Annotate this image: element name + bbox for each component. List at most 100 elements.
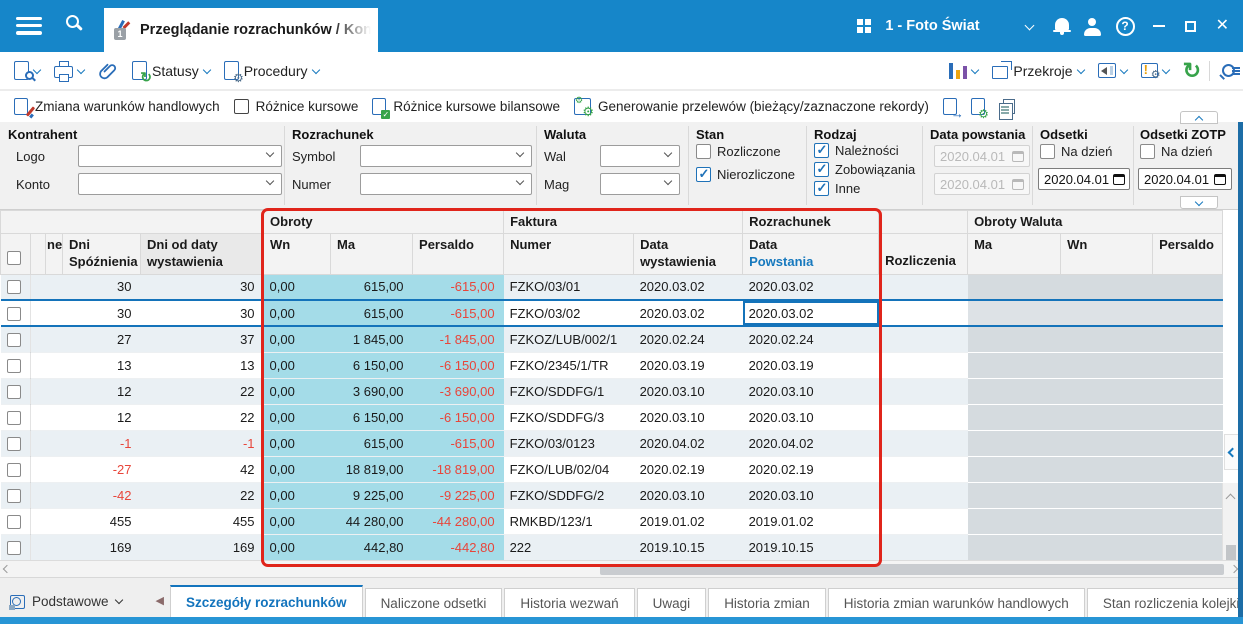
- cell-data-powstania[interactable]: 2019.01.02: [742, 508, 879, 535]
- cell-spacer[interactable]: [30, 534, 46, 561]
- row-checkbox[interactable]: [6, 462, 21, 477]
- table-row[interactable]: 455 455 0,00 44 280,00 -44 280,00 RMKBD/123/1…: [0, 508, 1223, 535]
- cell-checkbox[interactable]: [0, 534, 31, 561]
- zmiana-warunkow-button[interactable]: Zmiana warunków handlowych: [14, 98, 220, 115]
- naleznosci-checkbox[interactable]: Należności: [814, 142, 899, 158]
- window-minimize-button[interactable]: [1152, 24, 1165, 28]
- odsetki-zotp-na-dzien-checkbox[interactable]: Na dzień: [1140, 144, 1212, 159]
- cell-persaldo[interactable]: -18 819,00: [412, 456, 504, 483]
- cell-checkbox[interactable]: [0, 430, 31, 457]
- logo-dropdown[interactable]: [78, 145, 282, 167]
- cell-dni-spoznienia[interactable]: -42: [62, 482, 141, 509]
- cell-wn[interactable]: 0,00: [263, 534, 331, 561]
- cell-rozliczenia[interactable]: [878, 430, 968, 457]
- col-dni-od-daty[interactable]: Dni od daty wystawienia: [139, 232, 265, 275]
- apps-grid-icon[interactable]: [856, 18, 872, 34]
- roznice-kursowe-button[interactable]: Różnice kursowe: [233, 99, 358, 114]
- col-ne[interactable]: ne: [45, 232, 63, 275]
- cell-ma[interactable]: 615,00: [330, 299, 413, 328]
- chart-button[interactable]: [948, 62, 980, 79]
- cell-persaldo[interactable]: -6 150,00: [412, 352, 504, 379]
- cell-persaldo[interactable]: -442,80: [412, 534, 504, 561]
- cell-persaldo-waluta[interactable]: [1152, 482, 1223, 509]
- cell-wn-waluta[interactable]: [1060, 378, 1153, 405]
- cell-persaldo-waluta[interactable]: [1152, 378, 1223, 405]
- cell-wn[interactable]: 0,00: [263, 404, 331, 431]
- cell-data-powstania[interactable]: 2020.03.19: [742, 352, 879, 379]
- document-tab[interactable]: 1 Przeglądanie rozrachunków / Kont: [104, 8, 378, 52]
- select-all-checkbox-cell[interactable]: [0, 232, 31, 275]
- cell-checkbox[interactable]: [0, 326, 31, 353]
- table-row[interactable]: 27 37 0,00 1 845,00 -1 845,00 FZKOZ/LUB/002/1…: [0, 326, 1223, 353]
- cell-wn[interactable]: 0,00: [263, 352, 331, 379]
- cell-dni-od-daty[interactable]: 13: [140, 352, 264, 379]
- cell-data-wystawienia[interactable]: 2020.03.10: [633, 404, 743, 431]
- cell-data-powstania[interactable]: 2020.03.10: [742, 378, 879, 405]
- cell-wn[interactable]: 0,00: [263, 378, 331, 405]
- hamburger-menu-icon[interactable]: [16, 17, 42, 35]
- group-obroty[interactable]: Obroty: [263, 210, 505, 234]
- cell-persaldo-waluta[interactable]: [1152, 508, 1223, 535]
- col-dni-spoznienia[interactable]: Dni Spóźnienia: [62, 232, 141, 275]
- data-powstania-od-input[interactable]: 2020.04.01: [934, 145, 1030, 167]
- cell-dni-od-daty[interactable]: 37: [140, 326, 264, 353]
- cell-wn-waluta[interactable]: [1060, 299, 1153, 328]
- cell-wn-waluta[interactable]: [1060, 482, 1153, 509]
- cell-spacer[interactable]: [30, 274, 46, 301]
- cell-ne[interactable]: [45, 299, 63, 328]
- cell-data-wystawienia[interactable]: 2020.03.02: [633, 299, 743, 328]
- col-persaldo-waluta[interactable]: Persaldo: [1152, 232, 1224, 275]
- cell-spacer[interactable]: [30, 456, 46, 483]
- symbol-dropdown[interactable]: [360, 145, 532, 167]
- cell-ne[interactable]: [45, 326, 63, 353]
- cell-numer[interactable]: FZKO/SDDFG/1: [503, 378, 634, 405]
- cell-persaldo[interactable]: -9 225,00: [412, 482, 504, 509]
- cell-ne[interactable]: [45, 378, 63, 405]
- cell-numer[interactable]: RMKBD/123/1: [503, 508, 634, 535]
- col-data-powstania[interactable]: Data Powstania: [742, 232, 880, 275]
- help-icon[interactable]: ?: [1115, 16, 1135, 36]
- cell-dni-spoznienia[interactable]: 13: [62, 352, 141, 379]
- cell-wn[interactable]: 0,00: [263, 299, 331, 328]
- cell-rozliczenia[interactable]: [878, 274, 968, 301]
- cell-persaldo[interactable]: -615,00: [412, 299, 504, 328]
- cell-persaldo-waluta[interactable]: [1152, 430, 1223, 457]
- cell-ne[interactable]: [45, 482, 63, 509]
- row-checkbox[interactable]: [6, 410, 21, 425]
- cell-rozliczenia[interactable]: [878, 508, 968, 535]
- cell-persaldo[interactable]: -1 845,00: [412, 326, 504, 353]
- row-checkbox[interactable]: [6, 332, 21, 347]
- cell-wn-waluta[interactable]: [1060, 404, 1153, 431]
- cell-numer[interactable]: FZKO/2345/1/TR: [503, 352, 634, 379]
- cell-ne[interactable]: [45, 430, 63, 457]
- cell-ma-waluta[interactable]: [967, 456, 1061, 483]
- row-checkbox[interactable]: [6, 436, 21, 451]
- cell-ma[interactable]: 6 150,00: [330, 404, 413, 431]
- numer-dropdown[interactable]: [360, 173, 532, 195]
- rozliczone-checkbox[interactable]: Rozliczone: [696, 144, 781, 159]
- cell-dni-od-daty[interactable]: 22: [140, 482, 264, 509]
- konto-dropdown[interactable]: [78, 173, 282, 195]
- col-numer[interactable]: Numer: [503, 232, 635, 275]
- preview-button[interactable]: [14, 61, 42, 80]
- mag-dropdown[interactable]: [600, 173, 680, 195]
- cell-wn[interactable]: 0,00: [263, 274, 331, 301]
- cell-spacer[interactable]: [30, 404, 46, 431]
- cell-dni-od-daty[interactable]: 22: [140, 404, 264, 431]
- col-persaldo[interactable]: Persaldo: [412, 232, 505, 275]
- cell-wn[interactable]: 0,00: [263, 326, 331, 353]
- cell-data-powstania[interactable]: 2020.03.10: [742, 404, 879, 431]
- cell-checkbox[interactable]: [0, 299, 31, 328]
- group-rozrachunek[interactable]: Rozrachunek: [742, 210, 880, 234]
- cell-ma-waluta[interactable]: [967, 482, 1061, 509]
- refresh-button[interactable]: ↻: [1183, 59, 1201, 82]
- cell-dni-spoznienia[interactable]: -27: [62, 456, 141, 483]
- cell-ma-waluta[interactable]: [967, 378, 1061, 405]
- cell-wn-waluta[interactable]: [1060, 326, 1153, 353]
- odsetki-na-dzien-checkbox[interactable]: Na dzień: [1040, 144, 1112, 159]
- cell-dni-spoznienia[interactable]: 12: [62, 378, 141, 405]
- cell-ma-waluta[interactable]: [967, 299, 1061, 328]
- horizontal-scrollbar[interactable]: •••: [0, 560, 1243, 577]
- row-checkbox[interactable]: [6, 358, 21, 373]
- cell-data-powstania[interactable]: 2020.03.02: [742, 299, 879, 328]
